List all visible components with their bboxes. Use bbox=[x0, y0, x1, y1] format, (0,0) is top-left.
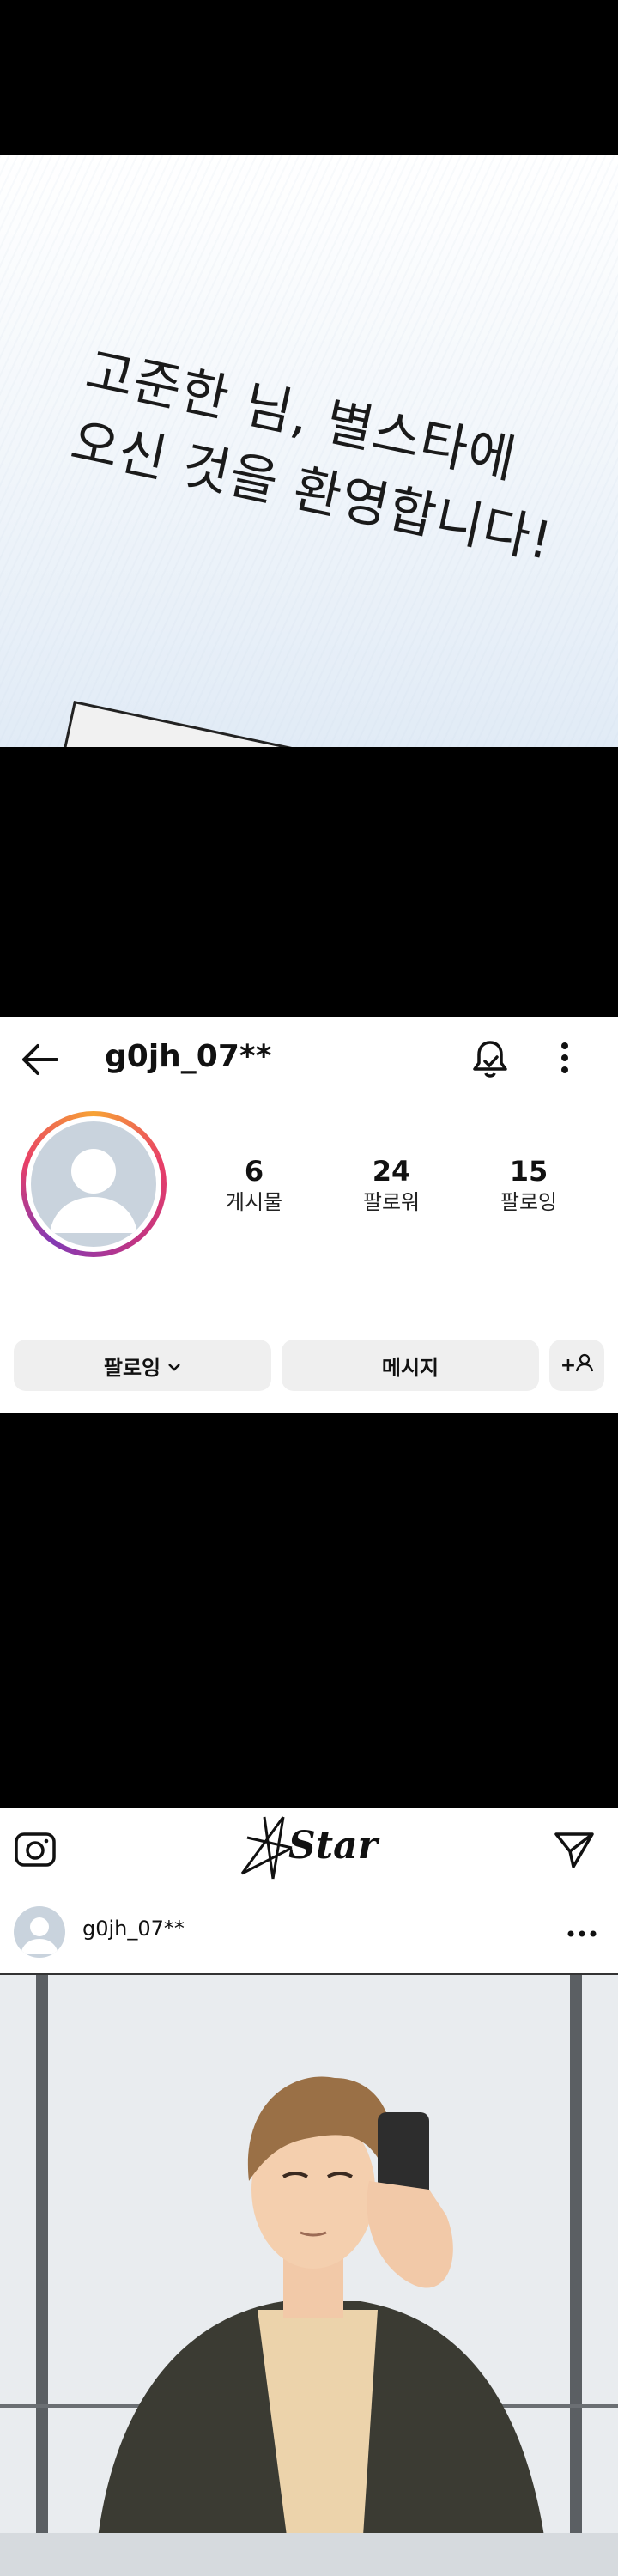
add-user-plus: + bbox=[560, 1354, 577, 1376]
stat-posts[interactable]: 6 게시물 bbox=[203, 1154, 306, 1216]
top-gutter bbox=[0, 0, 618, 155]
send-icon[interactable] bbox=[553, 1829, 596, 1874]
message-button-label: 메시지 bbox=[381, 1355, 439, 1380]
selfie-illustration bbox=[0, 1975, 618, 2576]
more-vertical-icon[interactable] bbox=[556, 1039, 573, 1080]
stat-following-label: 팔로잉 bbox=[500, 1190, 558, 1214]
app-logo-text: Star bbox=[288, 1824, 378, 1868]
chevron-down-icon bbox=[167, 1353, 181, 1377]
camera-icon[interactable] bbox=[14, 1829, 57, 1872]
add-person-icon bbox=[576, 1353, 594, 1377]
post-username[interactable]: g0jh_07** bbox=[82, 1917, 185, 1941]
stat-posts-value: 6 bbox=[244, 1155, 264, 1188]
message-button[interactable]: 메시지 bbox=[282, 1340, 539, 1391]
more-horizontal-icon[interactable] bbox=[566, 1925, 597, 1941]
profile-username: g0jh_07** bbox=[105, 1039, 272, 1074]
stat-following-value: 15 bbox=[509, 1155, 548, 1188]
post-avatar[interactable] bbox=[14, 1906, 65, 1958]
back-arrow-icon[interactable] bbox=[19, 1039, 60, 1084]
feed-panel: Star g0jh_07** bbox=[0, 1808, 618, 2576]
gutter-2 bbox=[0, 1413, 618, 1808]
post-image[interactable] bbox=[0, 1975, 618, 2576]
avatar bbox=[26, 1116, 161, 1252]
avatar-story-ring[interactable] bbox=[21, 1111, 167, 1257]
profile-panel: g0jh_07** 6 게시물 24 팔로워 15 팔로잉 팔로잉 메시지 + bbox=[0, 1017, 618, 1413]
stat-following[interactable]: 15 팔로잉 bbox=[477, 1154, 580, 1216]
gutter-1 bbox=[0, 747, 618, 1017]
notification-bell-icon[interactable] bbox=[470, 1037, 510, 1084]
stat-followers[interactable]: 24 팔로워 bbox=[340, 1154, 443, 1216]
stat-followers-label: 팔로워 bbox=[362, 1190, 421, 1214]
stat-followers-value: 24 bbox=[372, 1155, 411, 1188]
feed-header: Star bbox=[0, 1808, 618, 1891]
following-button-label: 팔로잉 bbox=[103, 1355, 161, 1380]
default-avatar-icon bbox=[31, 1121, 156, 1247]
stat-posts-label: 게시물 bbox=[225, 1190, 283, 1214]
welcome-panel: 고준한 님, 별스타에 오신 것을 환영합니다! ok bbox=[0, 155, 618, 747]
add-user-button[interactable]: + bbox=[549, 1340, 604, 1391]
following-button[interactable]: 팔로잉 bbox=[14, 1340, 271, 1391]
